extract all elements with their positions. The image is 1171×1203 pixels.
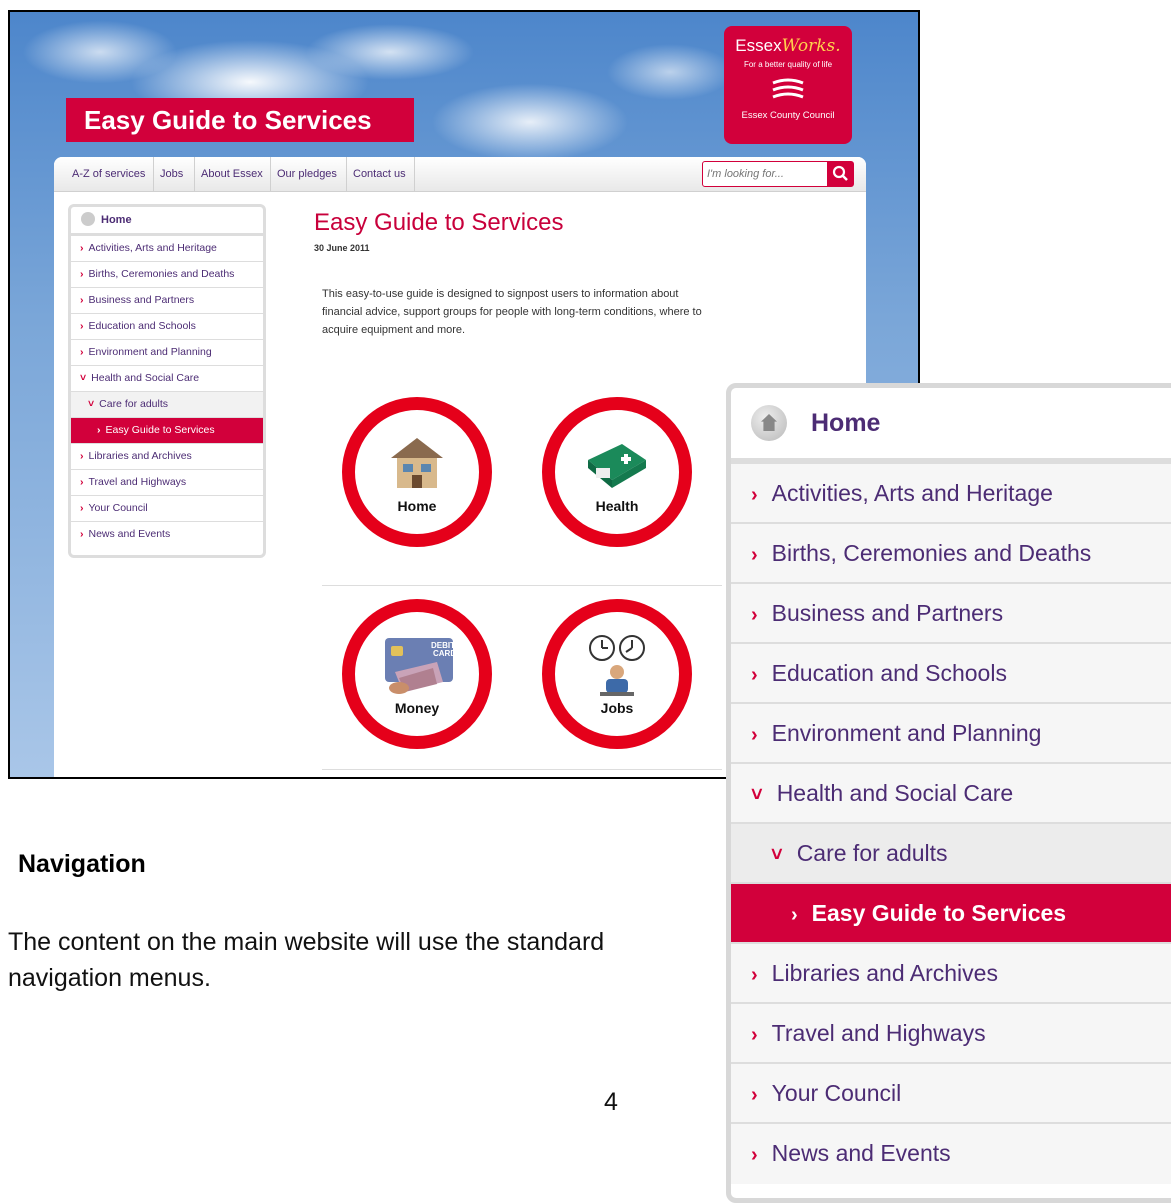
zoom-nav-item[interactable]: › News and Events xyxy=(731,1124,1171,1184)
intro-paragraph: This easy-to-use guide is designed to si… xyxy=(322,288,702,336)
side-nav-item[interactable]: › Libraries and Archives xyxy=(71,444,263,470)
nav-about-essex[interactable]: About Essex xyxy=(195,157,271,191)
page-title: Easy Guide to Services xyxy=(314,209,564,236)
side-nav-item[interactable]: › Environment and Planning xyxy=(71,340,263,366)
search-box xyxy=(702,161,854,187)
logo-tagline: For a better quality of life xyxy=(743,60,833,69)
seaxes-icon xyxy=(772,78,804,99)
chevron-right-icon: › xyxy=(751,1084,758,1106)
chevron-right-icon: › xyxy=(751,1024,758,1046)
zoom-nav-item[interactable]: › Activities, Arts and Heritage xyxy=(731,464,1171,524)
svg-text:CARD: CARD xyxy=(433,649,456,658)
chevron-right-icon: › xyxy=(80,320,84,332)
nav-our-pledges[interactable]: Our pledges xyxy=(271,157,347,191)
zoom-nav-item[interactable]: › Libraries and Archives xyxy=(731,944,1171,1004)
logo-wordmark: EssexWorks. xyxy=(735,36,841,56)
chevron-down-icon: ˅ xyxy=(751,784,763,806)
zoom-nav-item[interactable]: › Births, Ceremonies and Deaths xyxy=(731,524,1171,584)
side-nav-home-label: Home xyxy=(101,214,132,226)
chevron-right-icon: › xyxy=(80,294,84,306)
section-heading: Navigation xyxy=(18,850,146,878)
main-content: Easy Guide to Services 30 June 2011 This… xyxy=(314,209,734,336)
zoom-nav-item[interactable]: › Travel and Highways xyxy=(731,1004,1171,1064)
essex-works-logo[interactable]: EssexWorks. For a better quality of life… xyxy=(724,26,852,144)
chevron-right-icon: › xyxy=(80,476,84,488)
side-navigation-zoomed: Home › Activities, Arts and Heritage › Bir… xyxy=(726,383,1171,1203)
zoom-nav-item-expanded[interactable]: ˅ Health and Social Care xyxy=(731,764,1171,824)
house-icon xyxy=(391,438,443,488)
side-nav-subitem[interactable]: ˅ Care for adults xyxy=(71,392,263,418)
chevron-right-icon: › xyxy=(751,1144,758,1166)
tile-label: Health xyxy=(595,498,639,514)
chevron-right-icon: › xyxy=(80,528,84,540)
nav-contact-us[interactable]: Contact us xyxy=(347,157,415,191)
zoom-nav-item[interactable]: › Education and Schools xyxy=(731,644,1171,704)
chevron-right-icon: › xyxy=(80,346,84,358)
side-nav-item[interactable]: › Births, Ceremonies and Deaths xyxy=(71,262,263,288)
chevron-right-icon: › xyxy=(751,544,758,566)
chevron-down-icon: ˅ xyxy=(80,372,87,384)
chevron-right-icon: › xyxy=(80,502,84,514)
side-nav-item[interactable]: › Business and Partners xyxy=(71,288,263,314)
tile-label: Money xyxy=(394,700,440,716)
chevron-right-icon: › xyxy=(97,424,101,436)
search-button[interactable] xyxy=(827,162,853,186)
tile-jobs[interactable]: Jobs xyxy=(542,599,692,749)
top-navigation: A-Z of services Jobs About Essex Our ple… xyxy=(54,157,866,192)
page-date: 30 June 2011 xyxy=(314,243,370,253)
side-nav-item[interactable]: › Education and Schools xyxy=(71,314,263,340)
chevron-right-icon: › xyxy=(751,604,758,626)
side-nav-home[interactable]: Home xyxy=(71,207,263,236)
clock-worker-icon xyxy=(589,635,645,696)
logo-council-name: Essex County Council xyxy=(741,110,835,121)
section-paragraph: The content on the main website will use… xyxy=(8,928,605,992)
zoom-nav-home[interactable]: Home xyxy=(731,388,1171,464)
site-title-banner: Easy Guide to Services xyxy=(66,98,414,142)
side-nav-item[interactable]: › Your Council xyxy=(71,496,263,522)
chevron-right-icon: › xyxy=(80,268,84,280)
zoom-nav-item[interactable]: › Your Council xyxy=(731,1064,1171,1124)
zoom-nav-subitem[interactable]: ˅ Care for adults xyxy=(731,824,1171,884)
chevron-right-icon: › xyxy=(751,484,758,506)
tile-label: Home xyxy=(397,498,437,514)
chevron-right-icon: › xyxy=(751,724,758,746)
tile-money[interactable]: DEBIT CARD Money xyxy=(342,599,492,749)
home-icon xyxy=(751,405,787,441)
side-nav-item[interactable]: › Travel and Highways xyxy=(71,470,263,496)
zoom-nav-item[interactable]: › Environment and Planning xyxy=(731,704,1171,764)
side-nav-item-active[interactable]: › Easy Guide to Services xyxy=(71,418,263,444)
first-aid-kit-icon xyxy=(588,444,646,488)
side-nav-item-expanded[interactable]: ˅ Health and Social Care xyxy=(71,366,263,392)
divider xyxy=(322,585,722,586)
chevron-right-icon: › xyxy=(80,450,84,462)
divider xyxy=(322,769,722,770)
chevron-right-icon: › xyxy=(751,964,758,986)
chevron-down-icon: ˅ xyxy=(771,844,783,866)
page-number: 4 xyxy=(604,1088,618,1116)
chevron-down-icon: ˅ xyxy=(88,398,95,410)
side-navigation-small: Home › Activities, Arts and Heritage › Bir… xyxy=(68,204,266,558)
tile-label: Jobs xyxy=(600,700,634,716)
nav-jobs[interactable]: Jobs xyxy=(154,157,195,191)
zoom-nav-item[interactable]: › Business and Partners xyxy=(731,584,1171,644)
tile-health[interactable]: Health xyxy=(542,397,692,547)
zoom-nav-item-active[interactable]: › Easy Guide to Services xyxy=(731,884,1171,944)
nav-a-z[interactable]: A-Z of services xyxy=(66,157,154,191)
chevron-right-icon: › xyxy=(751,664,758,686)
side-nav-item[interactable]: › News and Events xyxy=(71,522,263,548)
home-icon xyxy=(81,212,95,226)
money-card-icon: DEBIT CARD xyxy=(385,638,456,694)
search-icon xyxy=(832,165,848,181)
zoom-nav-home-label: Home xyxy=(811,409,881,437)
chevron-right-icon: › xyxy=(80,242,84,254)
search-input[interactable] xyxy=(705,164,821,184)
tile-home[interactable]: Home xyxy=(342,397,492,547)
side-nav-item[interactable]: › Activities, Arts and Heritage xyxy=(71,236,263,262)
chevron-right-icon: › xyxy=(791,904,798,926)
